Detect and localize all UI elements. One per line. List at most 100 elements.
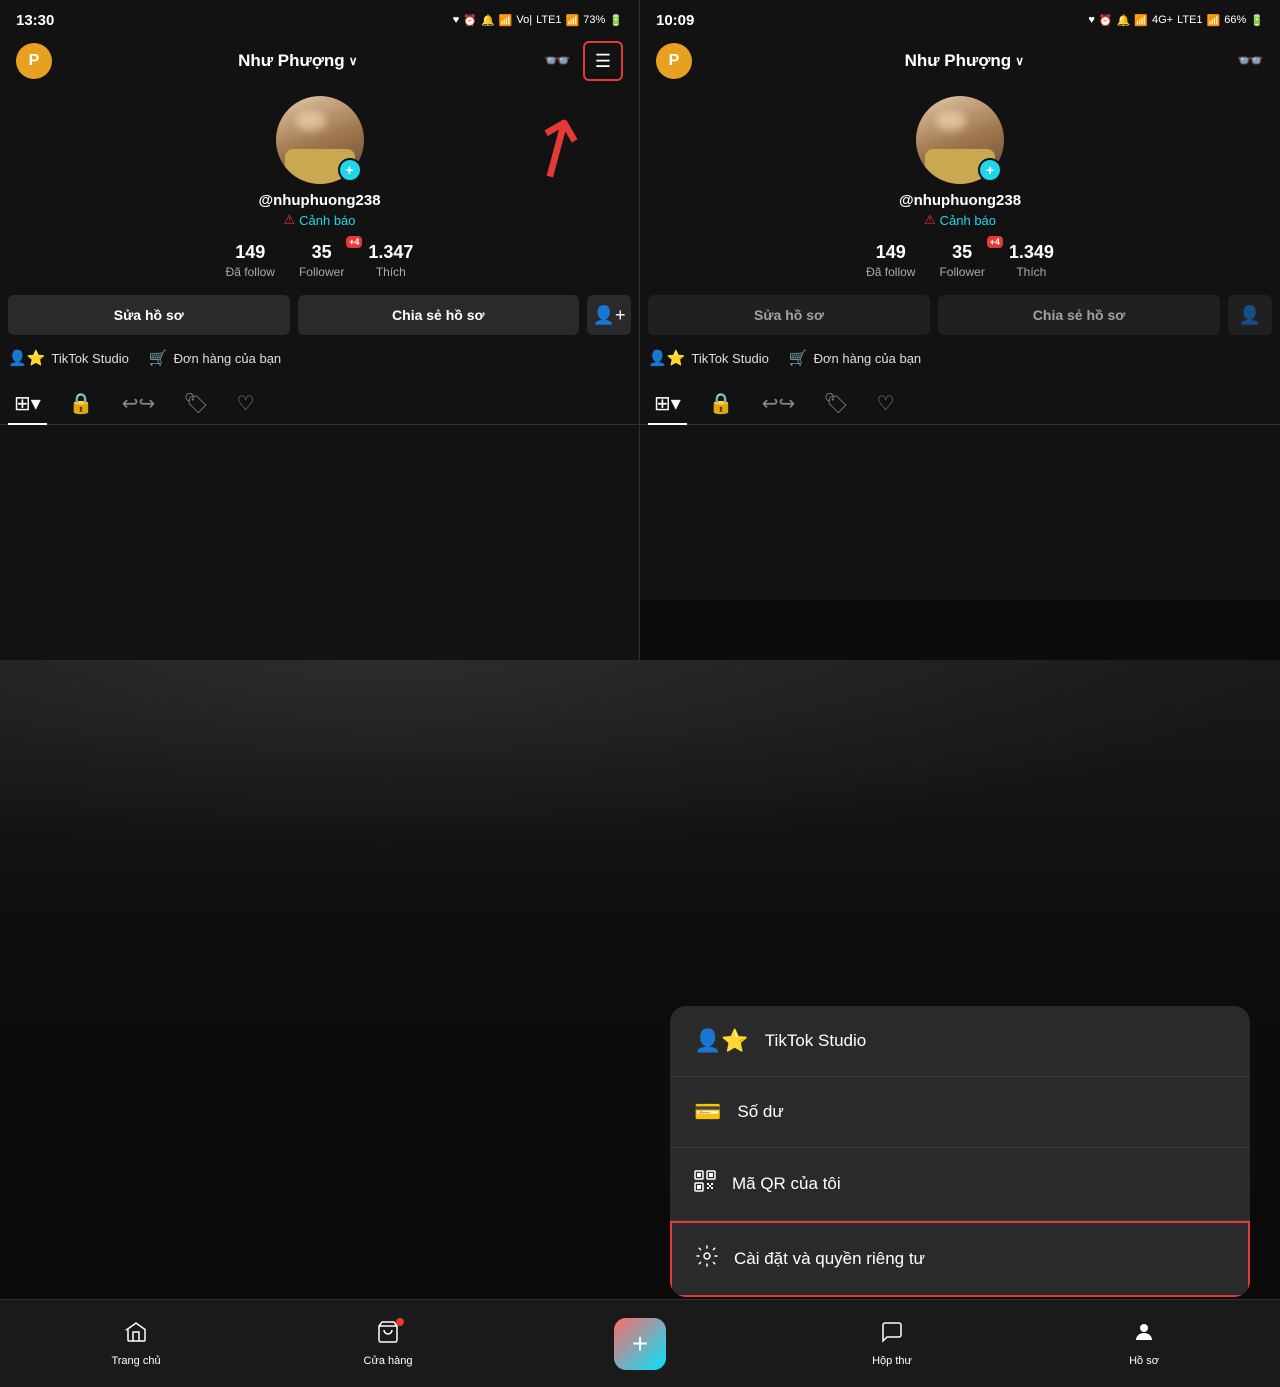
chevron-down-icon: ∨ <box>349 54 358 68</box>
add-friend-button-right[interactable]: 👤 <box>1228 295 1272 335</box>
nav-home[interactable]: Trang chủ <box>10 1320 262 1367</box>
nav-profile[interactable]: Hồ sơ <box>1018 1320 1270 1367</box>
profile-handle-right: @nhuphuong238 <box>899 192 1021 209</box>
profile-section-left: + @nhuphuong238 ⚠ Cảnh báo <box>0 86 639 228</box>
share-profile-button-left[interactable]: Chia sẻ hồ sơ <box>298 295 580 335</box>
status-bar-left: 13:30 ♥ ⏰ 🔔 📶 Vo| LTE1 📶 73% 🔋 <box>0 0 639 36</box>
add-follow-button-right[interactable]: + <box>978 158 1002 182</box>
bottom-section: 👤⭐ TikTok Studio 💳 Số dư <box>0 660 1280 1387</box>
action-row-left: Sửa hồ sơ Chia sẻ hồ sơ 👤+ <box>0 295 639 335</box>
add-follow-button-left[interactable]: + <box>338 158 362 182</box>
profile-nav-icon <box>1132 1320 1156 1351</box>
menu-item-balance[interactable]: 💳 Số dư <box>670 1077 1250 1148</box>
tab-grid-left[interactable]: ⊞▾ <box>8 383 47 424</box>
warning-row-left: ⚠ Cảnh báo <box>283 212 355 228</box>
stat-likes-right[interactable]: 1.349 Thích <box>1009 242 1054 279</box>
avatar-wrap-right: + <box>916 96 1004 184</box>
nav-right-left: 👓 ☰ <box>544 41 623 81</box>
stats-row-left: 149 Đã follow 35 +4 Follower 1.347 Thích <box>0 242 639 279</box>
glasses-icon[interactable]: 👓 <box>544 48 571 74</box>
share-profile-button-right[interactable]: Chia sẻ hồ sơ <box>938 295 1220 335</box>
avatar-wrap-left: + <box>276 96 364 184</box>
profile-section-right: + @nhuphuong238 ⚠ Cảnh báo <box>640 86 1280 228</box>
links-row-left: 👤⭐ TikTok Studio 🛒 Đơn hàng của bạn <box>0 349 639 367</box>
chevron-down-icon-right: ∨ <box>1015 54 1024 68</box>
menu-panel: 👤⭐ TikTok Studio 💳 Số dư <box>670 1006 1250 1297</box>
follower-badge-left: +4 <box>346 236 362 248</box>
menu-item-qr[interactable]: Mã QR của tôi <box>670 1148 1250 1221</box>
orders-link-right[interactable]: 🛒 Đơn hàng của bạn <box>789 349 921 367</box>
inbox-icon <box>880 1320 904 1351</box>
status-icons-right: ♥ ⏰ 🔔 📶 4G+ LTE1 📶 66% 🔋 <box>1088 14 1264 27</box>
stat-follow-left[interactable]: 149 Đã follow <box>226 242 275 279</box>
nav-inbox[interactable]: Hộp thư <box>766 1320 1018 1367</box>
settings-menu-icon <box>696 1245 718 1273</box>
tiktok-studio-link-right[interactable]: 👤⭐ TikTok Studio <box>648 349 769 367</box>
menu-item-studio[interactable]: 👤⭐ TikTok Studio <box>670 1006 1250 1077</box>
nav-profile-label: Hồ sơ <box>1129 1355 1159 1367</box>
warning-text-left: Cảnh báo <box>299 213 355 228</box>
qr-menu-icon <box>694 1170 716 1198</box>
bottom-nav: Trang chủ Cửa hàng + <box>0 1299 1280 1387</box>
warning-icon-right: ⚠ <box>924 212 936 228</box>
nav-right-right: 👓 <box>1237 48 1264 74</box>
menu-item-settings[interactable]: Cài đặt và quyền riêng tư <box>670 1221 1250 1297</box>
tab-tagged-left[interactable]: 🏷 <box>177 383 214 424</box>
tiktok-studio-link-left[interactable]: 👤⭐ TikTok Studio <box>8 349 129 367</box>
studio-icon-right: 👤⭐ <box>648 349 685 367</box>
tab-repost-right[interactable]: ↩↪ <box>756 383 802 424</box>
stat-likes-left[interactable]: 1.347 Thích <box>368 242 413 279</box>
top-nav-right: P Như Phượng ∨ 👓 <box>640 36 1280 86</box>
edit-profile-button-right[interactable]: Sửa hồ sơ <box>648 295 930 335</box>
time-right: 10:09 <box>656 12 694 29</box>
links-row-right: 👤⭐ TikTok Studio 🛒 Đơn hàng của bạn <box>640 349 1280 367</box>
edit-profile-button-left[interactable]: Sửa hồ sơ <box>8 295 290 335</box>
nav-inbox-label: Hộp thư <box>872 1355 912 1367</box>
warning-text-right: Cảnh báo <box>940 213 996 228</box>
left-panel: 13:30 ♥ ⏰ 🔔 📶 Vo| LTE1 📶 73% 🔋 P Như Phư… <box>0 0 640 660</box>
tab-repost-left[interactable]: ↩↪ <box>116 383 162 424</box>
stat-follow-right[interactable]: 149 Đã follow <box>866 242 915 279</box>
stats-row-right: 149 Đã follow 35 +4 Follower 1.349 Thích <box>640 242 1280 279</box>
top-nav-left: P Như Phượng ∨ 👓 ☰ <box>0 36 639 86</box>
username-nav-left[interactable]: Như Phượng ∨ <box>238 51 357 71</box>
nav-create[interactable]: + <box>514 1318 766 1370</box>
shop-badge <box>396 1318 404 1326</box>
nav-home-label: Trang chủ <box>111 1355 160 1367</box>
tab-likes-right[interactable]: ♡ <box>871 383 901 424</box>
warning-icon-left: ⚠ <box>283 212 295 228</box>
avatar-p-left: P <box>16 43 52 79</box>
nav-shop-label: Cửa hàng <box>364 1355 413 1367</box>
add-friend-button-left[interactable]: 👤+ <box>587 295 631 335</box>
home-icon <box>124 1320 148 1351</box>
glasses-icon-right[interactable]: 👓 <box>1237 48 1264 74</box>
action-row-right: Sửa hồ sơ Chia sẻ hồ sơ 👤 <box>640 295 1280 335</box>
warning-row-right: ⚠ Cảnh báo <box>924 212 996 228</box>
cart-icon-right: 🛒 <box>789 349 808 367</box>
shop-icon <box>376 1320 400 1351</box>
status-icons-left: ♥ ⏰ 🔔 📶 Vo| LTE1 📶 73% 🔋 <box>453 14 623 27</box>
tab-grid-right[interactable]: ⊞▾ <box>648 383 687 424</box>
time-left: 13:30 <box>16 12 54 29</box>
orders-link-left[interactable]: 🛒 Đơn hàng của bạn <box>149 349 281 367</box>
avatar-p-right: P <box>656 43 692 79</box>
tab-tagged-right[interactable]: 🏷 <box>817 383 854 424</box>
tab-lock-left[interactable]: 🔒 <box>63 383 100 424</box>
stat-follower-left[interactable]: 35 +4 Follower <box>299 242 344 279</box>
status-bar-right: 10:09 ♥ ⏰ 🔔 📶 4G+ LTE1 📶 66% 🔋 <box>640 0 1280 36</box>
cart-icon-left: 🛒 <box>149 349 168 367</box>
balance-menu-icon: 💳 <box>694 1099 721 1125</box>
right-panel: 10:09 ♥ ⏰ 🔔 📶 4G+ LTE1 📶 66% 🔋 P Như Phư… <box>640 0 1280 660</box>
username-nav-right[interactable]: Như Phượng ∨ <box>905 51 1024 71</box>
studio-icon-left: 👤⭐ <box>8 349 45 367</box>
menu-button[interactable]: ☰ <box>583 41 623 81</box>
tabs-row-right: ⊞▾ 🔒 ↩↪ 🏷 ♡ <box>640 383 1280 425</box>
nav-shop[interactable]: Cửa hàng <box>262 1320 514 1367</box>
tabs-row-left: ⊞▾ 🔒 ↩↪ 🏷 ♡ <box>0 383 639 425</box>
stat-follower-right[interactable]: 35 +4 Follower <box>939 242 984 279</box>
tab-likes-left[interactable]: ♡ <box>231 383 261 424</box>
studio-menu-icon: 👤⭐ <box>694 1028 749 1054</box>
tab-lock-right[interactable]: 🔒 <box>703 383 740 424</box>
create-button[interactable]: + <box>614 1318 666 1370</box>
follower-badge-right: +4 <box>987 236 1003 248</box>
